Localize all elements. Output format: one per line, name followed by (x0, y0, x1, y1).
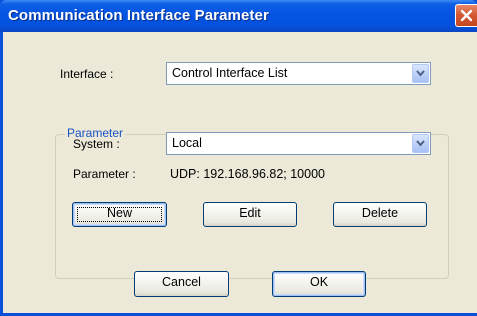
interface-selected-value: Control Interface List (172, 66, 288, 80)
system-dropdown[interactable]: Local (166, 132, 431, 155)
new-button-label: New (106, 206, 132, 220)
chevron-down-icon (416, 140, 425, 147)
close-button[interactable] (455, 4, 477, 27)
dialog-body: Interface : Control Interface List Param… (3, 32, 477, 313)
interface-dropdown-button[interactable] (412, 64, 429, 83)
new-button[interactable]: New (72, 202, 167, 227)
system-selected-value: Local (172, 136, 202, 150)
interface-label: Interface : (60, 67, 114, 81)
parameter-label: Parameter : (73, 167, 136, 181)
parameter-value: UDP: 192.168.96.82; 10000 (170, 167, 325, 181)
ok-button-label: OK (309, 275, 329, 289)
close-icon (460, 9, 473, 22)
chevron-down-icon (416, 70, 425, 77)
system-dropdown-button[interactable] (412, 134, 429, 153)
delete-button[interactable]: Delete (333, 202, 427, 227)
edit-button-label: Edit (239, 206, 261, 220)
system-label: System : (73, 137, 120, 151)
edit-button[interactable]: Edit (203, 202, 297, 227)
interface-dropdown[interactable]: Control Interface List (166, 62, 431, 85)
ok-button[interactable]: OK (272, 271, 366, 297)
delete-button-label: Delete (361, 206, 399, 220)
title-bar[interactable]: Communication Interface Parameter (0, 0, 477, 32)
window-title: Communication Interface Parameter (8, 7, 269, 24)
cancel-button[interactable]: Cancel (134, 271, 229, 297)
dialog-window: Communication Interface Parameter Interf… (0, 0, 477, 316)
cancel-button-label: Cancel (162, 275, 201, 289)
